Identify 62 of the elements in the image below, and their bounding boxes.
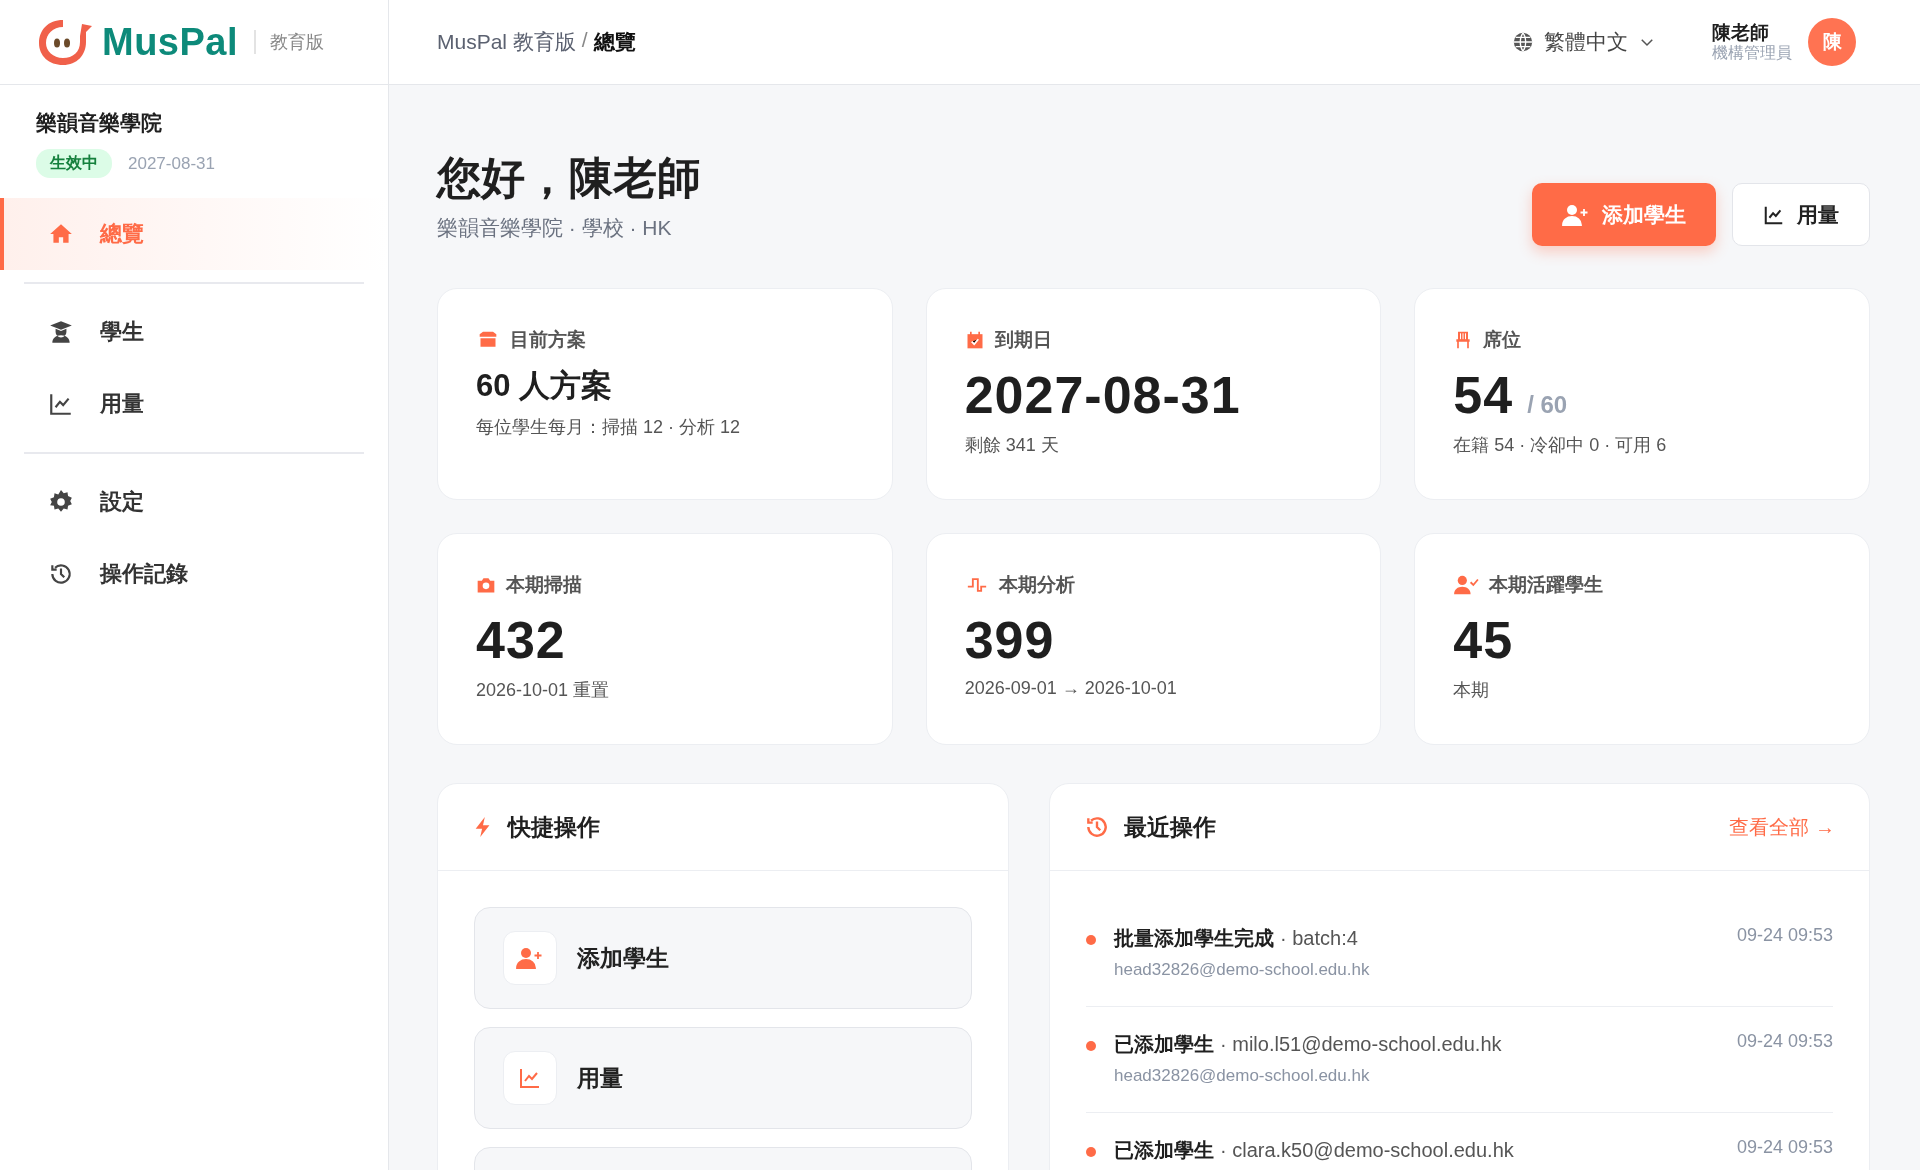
- user-role: 機構管理員: [1712, 43, 1792, 62]
- quick-action-icon: [503, 931, 557, 985]
- activity-time: 09-24 09:53: [1736, 1137, 1833, 1158]
- nav-item[interactable]: 學生: [0, 296, 388, 368]
- panel-title: 最近操作: [1124, 812, 1216, 842]
- card-value: 60 人方案: [476, 367, 613, 405]
- history-icon: [48, 561, 74, 587]
- activity-title: 已添加學生: [1114, 1033, 1214, 1055]
- line-chart-icon: [48, 391, 74, 417]
- user-check-icon: [1453, 574, 1480, 596]
- card-value: 45: [1453, 610, 1514, 670]
- activity-actor: head32826@demo-school.edu.hk: [1114, 1066, 1371, 1086]
- breadcrumb-separator: /: [581, 28, 588, 53]
- edition-label: 教育版: [254, 30, 325, 54]
- activity-actor: head32826@demo-school.edu.hk: [1114, 960, 1371, 980]
- activity-title: 已添加學生: [1114, 1139, 1214, 1161]
- card-value: 432: [476, 610, 566, 670]
- expiry-date: 2027-08-31: [128, 153, 215, 174]
- add-user-icon: [1562, 202, 1590, 227]
- greeting-subtitle: 樂韻音樂學院 · 學校 · HK: [437, 215, 673, 241]
- school-name: 樂韻音樂學院: [35, 110, 163, 136]
- globe-icon: [1512, 31, 1534, 53]
- nav-item[interactable]: 用量: [0, 368, 388, 440]
- panel-title: 快捷操作: [508, 812, 600, 842]
- activity-time: 09-24 09:53: [1736, 1031, 1833, 1052]
- card-value: 2027-08-31: [964, 365, 1241, 425]
- card-note: 2026-10-01 重置: [476, 679, 611, 702]
- card-note: 在籍 54 · 冷卻中 0 · 可用 6: [1453, 434, 1668, 457]
- user-name: 陳老師: [1712, 22, 1770, 44]
- card-label: 席位: [1483, 328, 1522, 352]
- activity-title: 批量添加學生完成: [1114, 927, 1274, 949]
- quick-action[interactable]: 添加學生: [474, 907, 972, 1009]
- card-label: 目前方案: [510, 328, 586, 352]
- camera-icon: [476, 575, 496, 595]
- card-label: 本期掃描: [506, 573, 582, 597]
- quick-action[interactable]: 用量: [474, 1027, 972, 1129]
- card-note: 每位學生每月：掃描 12 · 分析 12: [476, 416, 742, 439]
- card-label: 到期日: [994, 328, 1052, 352]
- nav-item[interactable]: 操作記錄: [0, 538, 388, 610]
- graduate-icon: [48, 319, 74, 345]
- activity-detail: · clara.k50@demo-school.edu.hk: [1220, 1139, 1514, 1161]
- card-total: / 60: [1527, 391, 1568, 419]
- activity-detail: · milo.l51@demo-school.edu.hk: [1220, 1033, 1502, 1055]
- language-selector[interactable]: 繁體中文: [1506, 27, 1662, 57]
- card-value: 399: [964, 610, 1055, 670]
- activity-detail: · batch:4: [1280, 927, 1358, 949]
- breadcrumb-current: 總覽: [593, 29, 636, 55]
- card-note: 本期: [1453, 679, 1491, 702]
- greeting-title: 您好，陳老師: [437, 152, 701, 204]
- activity-time: 09-24 09:53: [1736, 925, 1833, 946]
- card-label: 本期活躍學生: [1489, 573, 1604, 597]
- card-note: 2026-09-01 → 2026-10-01: [964, 678, 1178, 699]
- card-value: 54: [1453, 365, 1514, 425]
- breadcrumb-link[interactable]: MusPal 教育版: [437, 28, 576, 56]
- status-badge: 生效中: [36, 149, 112, 178]
- card-label: 本期分析: [998, 573, 1075, 597]
- card-note: 剩餘 341 天: [964, 434, 1060, 457]
- nav-item[interactable]: 設定: [0, 466, 388, 538]
- usage-button[interactable]: 用量: [1732, 183, 1870, 246]
- brand-name: MusPal: [102, 20, 239, 64]
- history-icon: [1084, 814, 1110, 840]
- quick-action-icon: [503, 1051, 557, 1105]
